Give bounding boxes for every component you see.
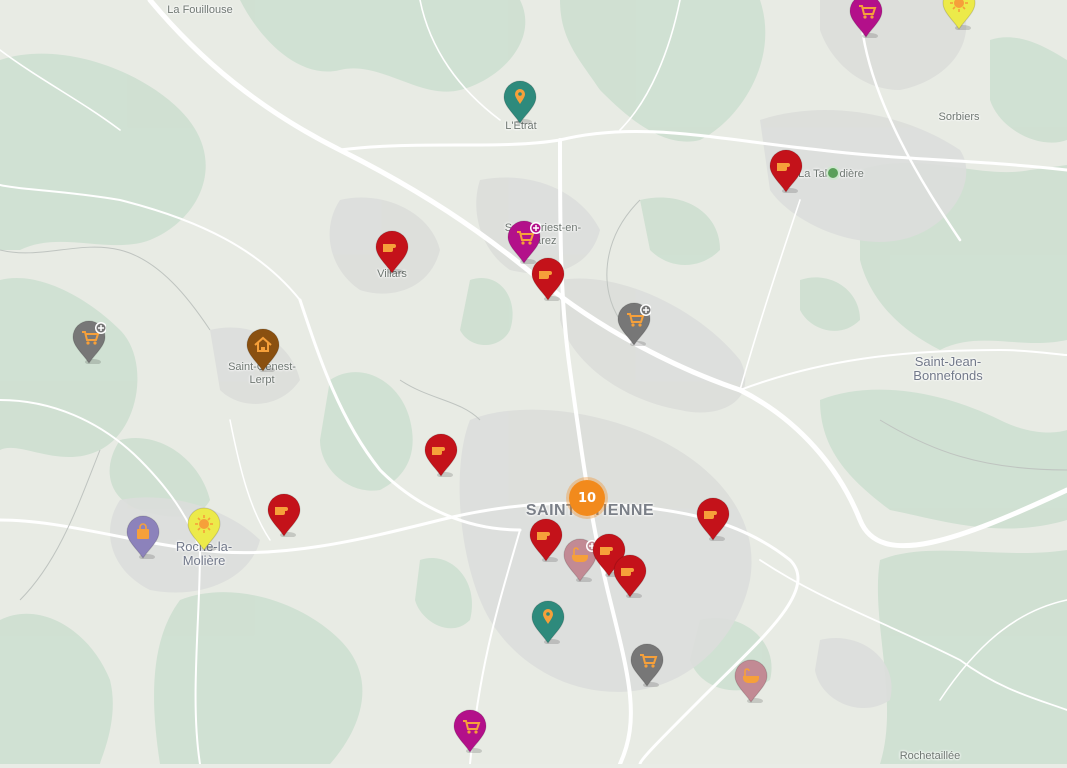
map-marker-bath[interactable] [734, 659, 768, 703]
map-marker-pin[interactable] [503, 80, 537, 124]
marker-cluster[interactable]: 10 [569, 480, 605, 516]
place-label-saint-jean-bonnefonds: Saint-Jean-Bonnefonds [913, 354, 983, 383]
map-marker-sun[interactable] [187, 507, 221, 551]
place-label-sorbiers: Sorbiers [938, 111, 980, 123]
map-marker-shop[interactable] [453, 709, 487, 753]
map-marker-hand[interactable] [529, 518, 563, 562]
map-marker-shop[interactable] [849, 0, 883, 38]
map-marker-shop[interactable] [617, 302, 651, 346]
map-marker-pin[interactable] [531, 600, 565, 644]
cluster-count: 10 [577, 490, 597, 506]
place-label-la-fouillouse: La Fouillouse [167, 4, 233, 16]
map-marker-hand[interactable] [531, 257, 565, 301]
map-marker-bag[interactable] [126, 515, 160, 559]
map-marker-hand[interactable] [696, 497, 730, 541]
map-marker-shop[interactable] [630, 643, 664, 687]
map-canvas[interactable]: La Fouillouse L'Etrat Sorbiers La Talaud… [0, 0, 1067, 766]
map-marker-hand[interactable] [267, 493, 301, 537]
place-label-rochetaillee: Rochetaillée [899, 750, 961, 762]
map-marker-hand[interactable] [613, 554, 647, 598]
map-marker-shop[interactable] [72, 320, 106, 364]
map-marker-hand[interactable] [424, 433, 458, 477]
map-marker-home[interactable] [246, 328, 280, 372]
map-marker-hand[interactable] [769, 149, 803, 193]
town-dot [826, 166, 840, 180]
map-marker-sun[interactable] [942, 0, 976, 30]
map-marker-hand[interactable] [375, 230, 409, 274]
